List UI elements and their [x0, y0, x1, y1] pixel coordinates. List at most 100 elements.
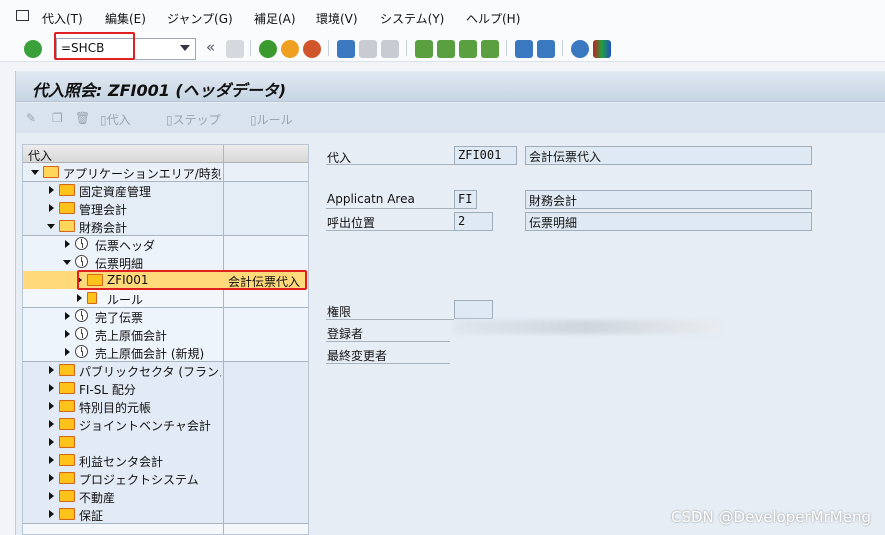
tree-node[interactable]: ルール	[23, 289, 308, 307]
tree-node[interactable]: 固定資産管理	[23, 181, 308, 199]
tree-node[interactable]: 完了伝票	[23, 307, 308, 325]
shortcut-icon[interactable]	[537, 40, 555, 58]
collapsed-arrow-icon[interactable]	[49, 204, 54, 212]
tree-node[interactable]: FI-SL 配分	[23, 379, 308, 397]
collapsed-arrow-icon[interactable]	[65, 312, 70, 320]
collapsed-arrow-icon[interactable]	[49, 438, 54, 446]
tree-node-label: プロジェクトシステム	[79, 473, 199, 487]
expanded-arrow-icon[interactable]	[31, 170, 39, 175]
collapsed-arrow-icon[interactable]	[77, 294, 82, 302]
print-icon[interactable]	[337, 40, 355, 58]
collapsed-arrow-icon[interactable]	[49, 420, 54, 428]
enter-check-icon[interactable]	[24, 40, 42, 58]
collapsed-arrow-icon[interactable]	[49, 402, 54, 410]
folder-icon	[59, 400, 75, 412]
tree-node[interactable]: 特別目的元帳	[23, 397, 308, 415]
tree-node-label: 売上原価会計	[95, 329, 168, 343]
menu-substitution[interactable]: 代入(T)	[42, 10, 83, 27]
authorization-field[interactable]	[454, 300, 493, 319]
first-page-icon[interactable]	[415, 40, 433, 58]
substitution-desc-field[interactable]: 会計伝票代入	[525, 146, 812, 165]
tree-node[interactable]: 保証	[23, 505, 308, 523]
tree-node[interactable]: 伝票ヘッダ	[23, 235, 308, 253]
last-page-icon[interactable]	[481, 40, 499, 58]
menu-system[interactable]: システム(Y)	[380, 10, 444, 27]
tree-node[interactable]: 売上原価会計 (新規)	[23, 343, 308, 361]
substitution-field[interactable]: ZFI001	[454, 146, 517, 165]
new-substitution-button[interactable]: ▯代入	[100, 111, 131, 128]
find-icon[interactable]	[359, 40, 377, 58]
substitution-tree[interactable]: 代入 アプリケーションエリア/時刻 固定資産管理 管理会計 財務会計伝票ヘッダ 伝票明細…	[22, 144, 309, 535]
tree-node[interactable]: 管理会計	[23, 199, 308, 217]
collapsed-arrow-icon[interactable]	[65, 330, 70, 338]
page-title: 代入照会: ZFI001 (ヘッダデータ)	[32, 81, 287, 100]
collapsed-arrow-icon[interactable]	[65, 240, 70, 248]
display-change-icon[interactable]: ✎	[26, 111, 36, 125]
chevron-down-icon[interactable]	[180, 45, 190, 51]
menu-goto[interactable]: ジャンプ(G)	[167, 10, 233, 27]
application-area-field[interactable]: FI	[454, 190, 477, 209]
menu-edit[interactable]: 編集(E)	[105, 10, 146, 27]
tree-node-label: 伝票ヘッダ	[95, 239, 156, 253]
delete-icon[interactable]: 🗑	[75, 111, 90, 125]
back-icon[interactable]	[259, 40, 277, 58]
menu-icon[interactable]	[16, 10, 29, 21]
tree-node-label: 保証	[79, 509, 104, 523]
tree-node[interactable]: 伝票明細	[23, 253, 308, 271]
new-rule-button[interactable]: ▯ルール	[250, 111, 293, 128]
expanded-arrow-icon[interactable]	[47, 224, 55, 229]
folder-icon	[59, 454, 75, 466]
expanded-arrow-icon[interactable]	[63, 260, 71, 265]
tree-node-label: パブリックセクタ (フランス)	[79, 365, 221, 379]
collapsed-arrow-icon[interactable]	[65, 348, 70, 356]
callup-point-desc-field[interactable]: 伝票明細	[525, 212, 812, 231]
new-session-icon[interactable]	[515, 40, 533, 58]
collapsed-arrow-icon[interactable]	[49, 186, 54, 194]
exit-icon[interactable]	[281, 40, 299, 58]
layout-icon[interactable]	[593, 40, 611, 58]
clock-icon	[75, 237, 88, 250]
find-next-icon[interactable]	[381, 40, 399, 58]
application-area-desc-field[interactable]: 財務会計	[525, 190, 812, 209]
tree-node-label: 特別目的元帳	[79, 401, 152, 415]
tree-node[interactable]: ZFI001 会計伝票代入	[23, 270, 308, 290]
collapsed-arrow-icon[interactable]	[49, 384, 54, 392]
menu-extras[interactable]: 補足(A)	[254, 10, 296, 27]
authorization-label: 権限	[327, 305, 352, 319]
previous-page-icon[interactable]	[437, 40, 455, 58]
menu-environment[interactable]: 環境(V)	[316, 10, 358, 27]
cancel-icon[interactable]	[303, 40, 321, 58]
save-icon[interactable]	[226, 40, 244, 58]
tree-node[interactable]: 利益センタ会計	[23, 451, 308, 469]
tree-column-header[interactable]: 代入	[28, 147, 52, 164]
menu-bar: 代入(T) 編集(E) ジャンプ(G) 補足(A) 環境(V) システム(Y) …	[0, 0, 885, 36]
menu-help[interactable]: ヘルプ(H)	[466, 10, 520, 27]
folder-icon	[59, 184, 75, 196]
tree-node[interactable]: アプリケーションエリア/時刻	[23, 163, 308, 181]
folder-icon	[59, 202, 75, 214]
folder-open-icon	[43, 166, 59, 178]
tree-node[interactable]: 売上原価会計	[23, 325, 308, 343]
callup-point-field[interactable]: 2	[454, 212, 493, 231]
collapsed-arrow-icon[interactable]	[49, 492, 54, 500]
collapsed-arrow-icon[interactable]	[49, 366, 54, 374]
tree-header: 代入	[23, 145, 308, 164]
tree-node[interactable]: プロジェクトシステム	[23, 469, 308, 487]
tree-node[interactable]: 不動産	[23, 487, 308, 505]
copy-icon[interactable]: ❐	[52, 111, 63, 125]
tree-node-label: 利益センタ会計	[79, 455, 164, 469]
tree-node[interactable]: ジョイントベンチャ会計	[23, 415, 308, 433]
new-step-button[interactable]: ▯ステップ	[166, 111, 221, 128]
collapsed-arrow-icon[interactable]	[49, 456, 54, 464]
collapse-icon[interactable]: «	[206, 38, 215, 56]
folder-icon	[59, 364, 75, 376]
tree-node[interactable]: 財務会計	[23, 217, 308, 235]
next-page-icon[interactable]	[459, 40, 477, 58]
help-icon[interactable]	[571, 40, 589, 58]
collapsed-arrow-icon[interactable]	[49, 510, 54, 518]
tree-node[interactable]	[23, 433, 308, 451]
collapsed-arrow-icon[interactable]	[49, 474, 54, 482]
tree-node[interactable]: パブリックセクタ (フランス)	[23, 361, 308, 379]
clock-icon	[75, 309, 88, 322]
folder-icon	[59, 472, 75, 484]
